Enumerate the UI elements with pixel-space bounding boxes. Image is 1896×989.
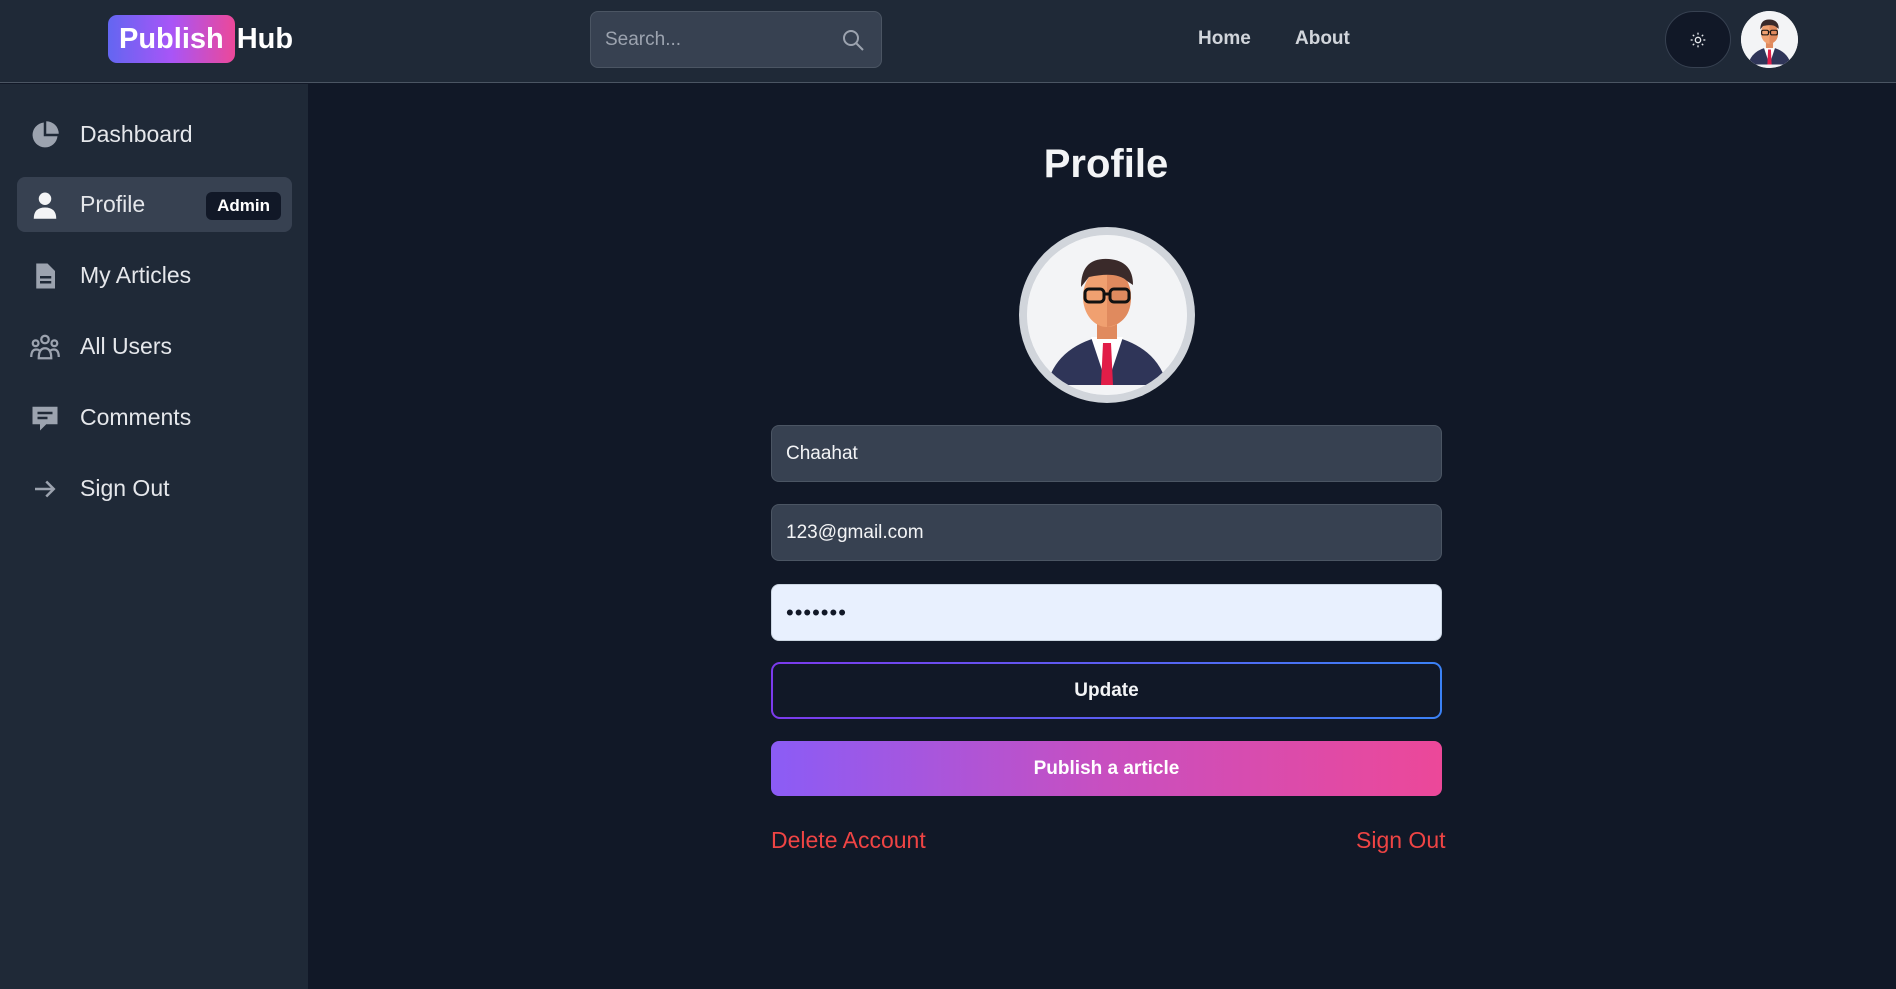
chat-icon [32, 406, 58, 430]
publish-article-button[interactable]: Publish a article [771, 741, 1442, 796]
logo-text: Hub [236, 22, 294, 55]
pie-chart-icon [32, 120, 59, 147]
username-field[interactable] [771, 425, 1442, 482]
password-field[interactable]: ••••••• [771, 584, 1442, 641]
user-icon [33, 192, 57, 219]
profile-avatar[interactable] [1019, 227, 1195, 403]
sidebar-item-all-users[interactable]: All Users [17, 319, 292, 374]
search-icon[interactable] [841, 28, 865, 52]
avatar [1741, 11, 1798, 68]
sidebar-item-label: Dashboard [80, 121, 193, 147]
user-avatar-button[interactable] [1741, 11, 1798, 68]
delete-account-link[interactable]: Delete Account [771, 827, 926, 854]
sidebar: Dashboard Profile Admin My Articles All … [0, 84, 308, 989]
sidebar-item-label: Sign Out [80, 475, 170, 501]
theme-toggle-button[interactable] [1665, 11, 1731, 68]
top-navbar: Publish Hub Home About [0, 0, 1896, 83]
sidebar-item-comments[interactable]: Comments [17, 390, 292, 445]
sidebar-item-label: Profile [80, 191, 146, 217]
update-button-label: Update [773, 664, 1440, 717]
logo[interactable]: Publish Hub [108, 15, 293, 63]
page-title: Profile [1043, 142, 1169, 186]
sidebar-item-label: My Articles [80, 262, 192, 288]
role-badge: Admin [206, 192, 281, 220]
avatar [1027, 235, 1187, 395]
sidebar-item-dashboard[interactable]: Dashboard [17, 107, 292, 162]
sidebar-item-sign-out[interactable]: Sign Out [17, 461, 292, 516]
search-box [590, 11, 882, 68]
sidebar-item-my-articles[interactable]: My Articles [17, 248, 292, 303]
email-field[interactable] [771, 504, 1442, 561]
sign-out-link[interactable]: Sign Out [1356, 827, 1446, 854]
sidebar-item-profile[interactable]: Profile Admin [17, 177, 292, 232]
arrow-right-icon [35, 480, 56, 497]
nav-home-link[interactable]: Home [1198, 28, 1251, 50]
users-group-icon [30, 334, 60, 359]
search-input[interactable] [591, 12, 881, 67]
nav-about-link[interactable]: About [1295, 28, 1350, 50]
document-icon [36, 263, 55, 288]
sidebar-item-label: Comments [80, 404, 192, 430]
sidebar-item-label: All Users [80, 333, 173, 359]
logo-highlight: Publish [108, 15, 235, 63]
sun-icon [1690, 32, 1706, 47]
update-button[interactable]: Update [771, 662, 1442, 719]
